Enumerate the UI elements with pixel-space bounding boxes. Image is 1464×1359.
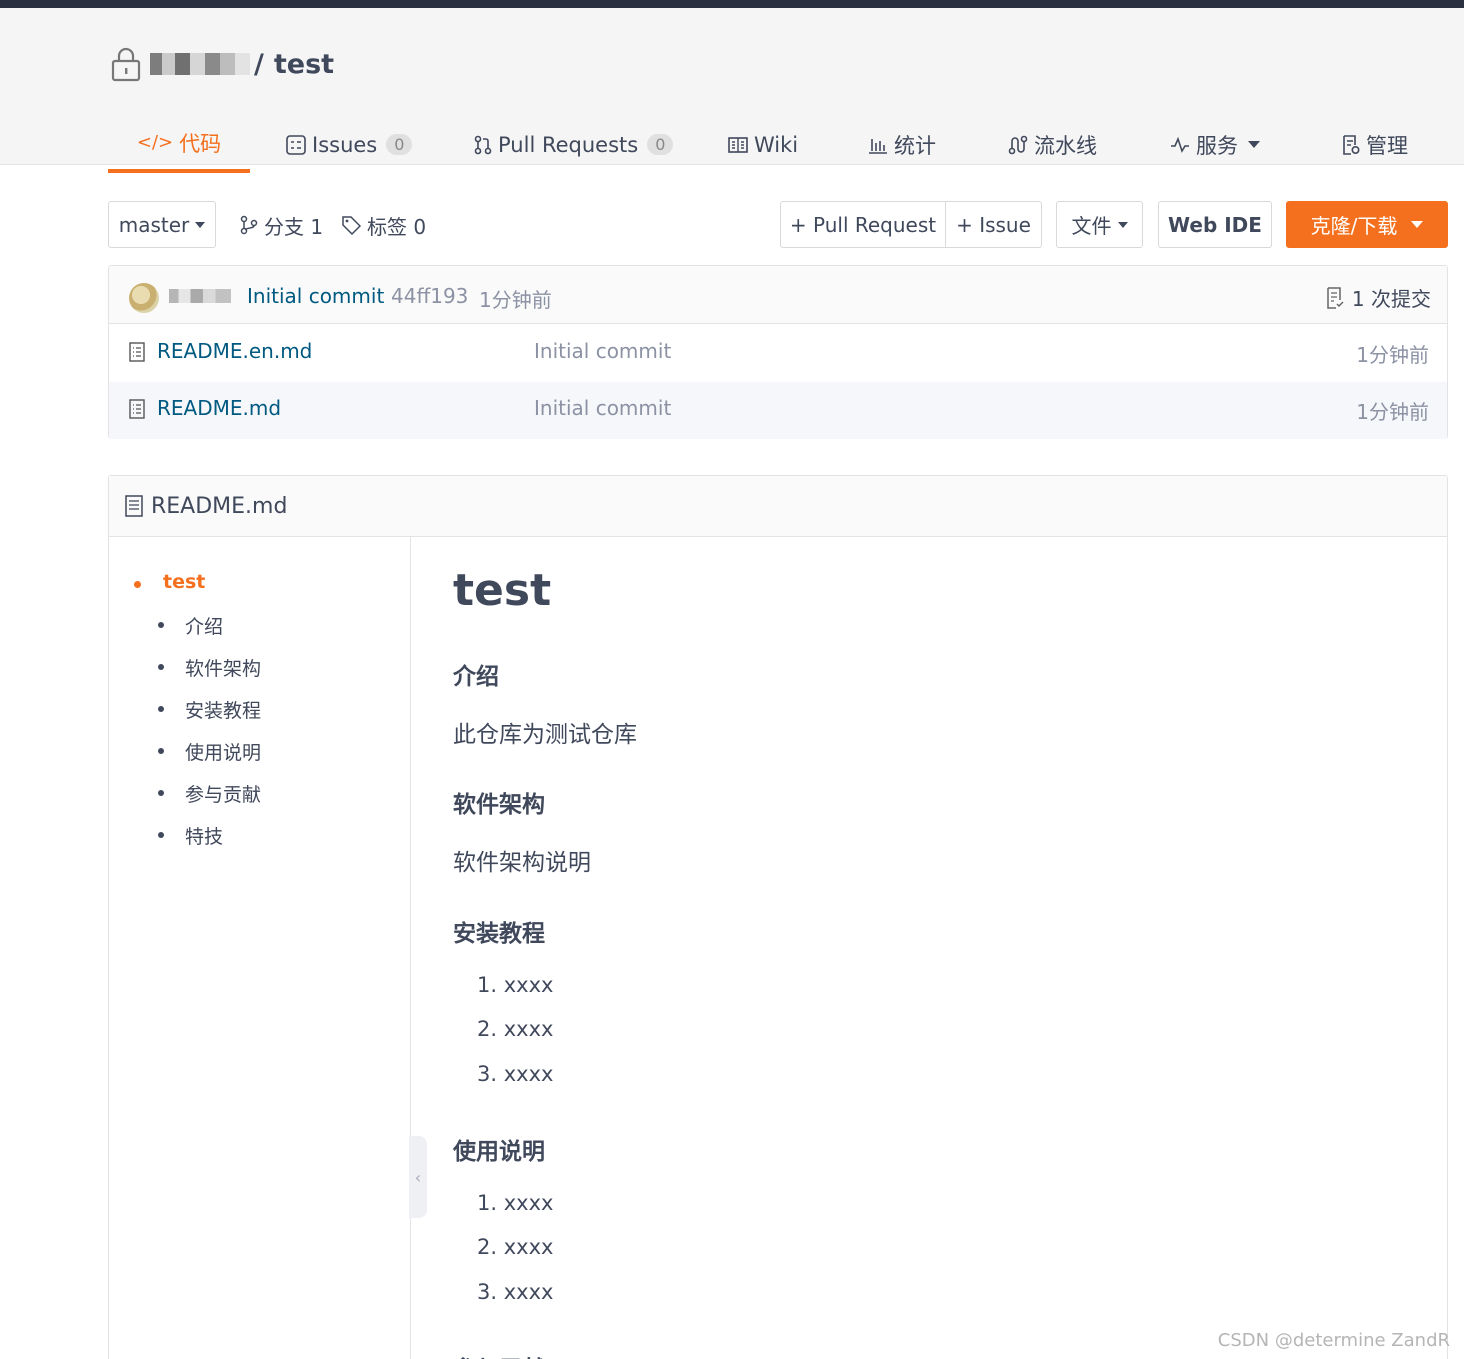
- wiki-icon: [728, 136, 748, 153]
- section-heading: 软件架构: [453, 792, 545, 818]
- repo-title: / test: [110, 44, 334, 84]
- tab-pipeline[interactable]: 流水线: [1008, 116, 1097, 173]
- tab-code[interactable]: </> 代码: [108, 116, 250, 173]
- file-icon: [125, 495, 143, 517]
- issues-count-badge: 0: [386, 134, 413, 155]
- tab-issues[interactable]: Issues 0: [286, 116, 413, 173]
- file-commit-message[interactable]: Initial commit: [534, 339, 671, 363]
- repo-owner-link[interactable]: [150, 53, 250, 75]
- file-commit-message[interactable]: Initial commit: [534, 396, 671, 420]
- list-item: 1. xxxx: [477, 973, 554, 997]
- chevron-down-icon: [1248, 141, 1260, 148]
- tab-pull-requests[interactable]: Pull Requests 0: [474, 116, 674, 173]
- tag-icon: [342, 215, 361, 235]
- chevron-down-icon: [1117, 221, 1128, 228]
- repo-tabs: </> 代码 Issues 0 Pull Requests 0 Wiki 统计 …: [108, 116, 1428, 173]
- section-heading: 使用说明: [453, 1139, 545, 1165]
- toc-item[interactable]: 特技: [157, 822, 223, 849]
- readme-panel: README.md test 介绍 软件架构 安装教程 使用说明 参与贡献 特技…: [108, 475, 1448, 1359]
- avatar[interactable]: [129, 283, 159, 313]
- chevron-down-icon: [1411, 221, 1424, 228]
- file-time: 1分钟前: [1356, 343, 1429, 367]
- list-item: 1. xxxx: [477, 1191, 554, 1215]
- commit-message-link[interactable]: Initial commit: [247, 284, 384, 308]
- tags-link[interactable]: 标签 0: [342, 210, 426, 240]
- new-issue-button[interactable]: + Issue: [945, 201, 1042, 248]
- watermark: CSDN @determine ZandR: [1217, 1330, 1450, 1351]
- readme-header: README.md: [109, 476, 1447, 537]
- file-row[interactable]: README.en.md Initial commit 1分钟前: [109, 325, 1447, 382]
- commit-time: 1分钟前: [479, 288, 552, 312]
- file-name-link[interactable]: README.md: [157, 396, 281, 420]
- repo-separator: /: [254, 48, 264, 80]
- file-menu-button[interactable]: 文件: [1056, 201, 1143, 248]
- section-paragraph: 软件架构说明: [453, 850, 591, 876]
- toc-item-test[interactable]: test: [133, 571, 205, 593]
- list-item: 2. xxxx: [477, 1235, 554, 1259]
- latest-commit-bar: Initial commit 44ff193 1分钟前 1 次提交: [109, 266, 1447, 324]
- file-name-link[interactable]: README.en.md: [157, 339, 312, 363]
- file-icon: [129, 342, 145, 362]
- toc-item[interactable]: 软件架构: [157, 654, 261, 681]
- chevron-left-icon: ‹: [414, 1167, 422, 1187]
- repo-header: / test </> 代码 Issues 0 Pull Requests 0 W…: [0, 8, 1464, 173]
- readme-toc: test 介绍 软件架构 安装教程 使用说明 参与贡献 特技: [109, 537, 411, 1359]
- new-pull-request-button[interactable]: + Pull Request: [780, 201, 946, 248]
- tab-wiki[interactable]: Wiki: [728, 116, 798, 173]
- toc-item[interactable]: 使用说明: [157, 738, 261, 765]
- file-row[interactable]: README.md Initial commit 1分钟前: [109, 382, 1447, 439]
- pulse-icon: [1171, 136, 1189, 153]
- code-icon: </>: [136, 132, 174, 153]
- branches-link[interactable]: 分支 1: [240, 210, 323, 240]
- chart-icon: [869, 138, 887, 154]
- file-icon: [129, 399, 145, 419]
- chevron-down-icon: [195, 221, 206, 228]
- tab-stats[interactable]: 统计: [868, 116, 936, 173]
- section-paragraph: 此仓库为测试仓库: [453, 722, 637, 748]
- toc-item[interactable]: 介绍: [157, 612, 223, 639]
- settings-doc-icon: [1343, 134, 1360, 155]
- commits-icon: [1327, 286, 1344, 309]
- file-list: Initial commit 44ff193 1分钟前 1 次提交 README…: [108, 265, 1448, 439]
- section-heading: 介绍: [453, 664, 499, 690]
- readme-title: test: [453, 565, 552, 616]
- list-item: 3. xxxx: [477, 1280, 554, 1304]
- section-heading: 安装教程: [453, 921, 545, 947]
- section-heading: 参与贡献: [453, 1350, 545, 1359]
- file-time: 1分钟前: [1356, 400, 1429, 424]
- toc-collapse-toggle[interactable]: ‹: [409, 1136, 427, 1218]
- list-item: 2. xxxx: [477, 1017, 554, 1041]
- branch-icon: [240, 215, 258, 235]
- toc-item[interactable]: 参与贡献: [157, 780, 261, 807]
- commit-sha[interactable]: 44ff193: [391, 284, 468, 308]
- commit-author[interactable]: [169, 289, 231, 303]
- pull-request-icon: [474, 135, 492, 154]
- commit-count-link[interactable]: 1 次提交: [1326, 283, 1431, 312]
- list-item: 3. xxxx: [477, 1062, 554, 1086]
- issues-icon: [286, 134, 306, 155]
- top-bar: [0, 0, 1464, 8]
- branch-select[interactable]: master: [108, 201, 216, 248]
- pr-count-badge: 0: [647, 134, 674, 155]
- readme-filename: README.md: [151, 493, 288, 519]
- toc-item[interactable]: 安装教程: [157, 696, 261, 723]
- repo-name-link[interactable]: test: [274, 49, 334, 80]
- tab-manage[interactable]: 管理: [1342, 116, 1408, 173]
- clone-download-button[interactable]: 克隆/下载: [1286, 201, 1448, 248]
- pipeline-icon: [1008, 135, 1028, 154]
- tab-services[interactable]: 服务: [1170, 116, 1260, 173]
- lock-icon: [111, 47, 141, 82]
- web-ide-button[interactable]: Web IDE: [1158, 201, 1272, 248]
